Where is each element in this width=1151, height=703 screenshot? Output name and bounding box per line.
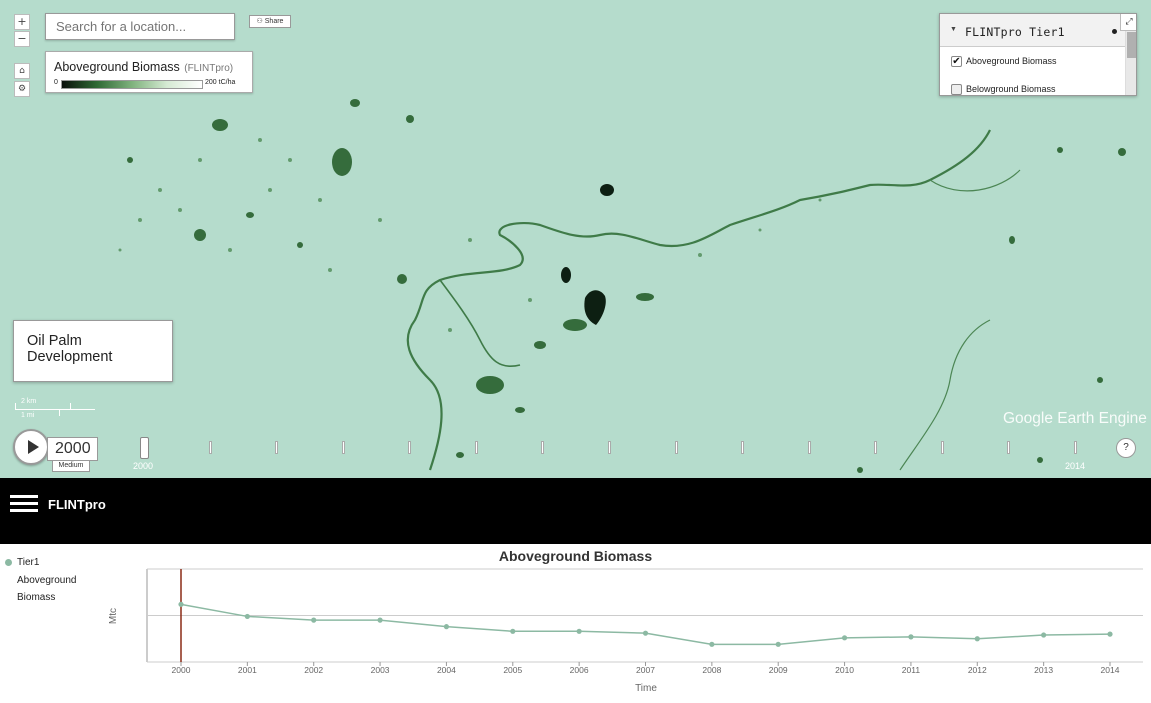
layer-label: Belowground Biomass (966, 84, 1056, 94)
help-button[interactable]: ? (1116, 438, 1136, 458)
data-point-2001 (244, 613, 250, 620)
timeline-tick-2014[interactable] (1074, 441, 1077, 454)
data-point-2009 (775, 641, 781, 647)
timeline-tick-2003[interactable] (341, 441, 345, 454)
scale-line (15, 409, 95, 410)
data-point-2007 (642, 630, 649, 636)
scale-tick (15, 403, 16, 410)
data-point-2004 (443, 624, 450, 630)
timeline-start-label: 2000 (133, 461, 154, 471)
x-tick-label-2003: 2003 (371, 665, 390, 675)
data-point-2003 (377, 617, 383, 623)
x-tick-label-2006: 2006 (570, 665, 589, 675)
legend-min: 0 (54, 79, 58, 86)
series-line (180, 603, 1111, 646)
timeline-tick-2005[interactable] (474, 441, 478, 454)
aboveground-checkbox[interactable]: ✔ (951, 56, 962, 68)
scale-tick (59, 409, 60, 416)
scale-tick (70, 403, 71, 410)
data-point-2014 (1107, 631, 1113, 637)
data-point-2011 (908, 634, 914, 640)
collapse-triangle-icon[interactable]: ▼ (950, 26, 957, 33)
data-point-2000 (178, 601, 184, 607)
timeline-tick-2004[interactable] (408, 441, 412, 454)
x-tick-label-2011: 2011 (902, 665, 921, 675)
brand-name: FLINTpro (48, 497, 106, 512)
legend-gradient (61, 80, 203, 89)
layers-header[interactable]: ▼ FLINTpro Tier1 (940, 14, 1136, 47)
zoom-in-button[interactable]: + (14, 14, 30, 30)
timeline-tick-2006[interactable] (541, 441, 545, 454)
layers-scrollbar[interactable] (1125, 31, 1136, 95)
y-axis-label: Mtc (108, 608, 119, 624)
x-tick-label-2009: 2009 (769, 665, 788, 675)
current-year: 2000 (47, 437, 98, 461)
play-button[interactable] (13, 429, 49, 465)
x-tick-label-2001: 2001 (238, 665, 257, 675)
data-point-2006 (576, 628, 582, 634)
timeline-tick-2012[interactable] (940, 441, 944, 454)
legend-source: (FLINTpro) (184, 63, 234, 74)
timeline-tick-2010[interactable] (807, 441, 811, 454)
biomass-chart: Mtc Time 2000 2001 2002 2003 2004 2005 2006 2007 2… (108, 568, 1143, 694)
data-point-2012 (974, 636, 980, 642)
scale-mi: 1 mi (21, 412, 35, 419)
watermark: Google Earth Engine (1003, 410, 1147, 427)
timeline-tick-2002[interactable] (275, 441, 279, 454)
x-tick-label-2007: 2007 (636, 665, 655, 675)
x-tick-label-2008: 2008 (702, 665, 721, 675)
x-axis-label: Time (635, 683, 657, 694)
legend-title: Aboveground Biomass (54, 60, 180, 74)
belowground-checkbox[interactable] (951, 84, 962, 95)
map-legend: Aboveground Biomass (FLINTpro) 0 200 tC/… (45, 51, 253, 93)
x-tick-label-2004: 2004 (437, 665, 456, 675)
person-icon: ⚇ (256, 18, 265, 25)
data-point-2013 (1041, 632, 1047, 638)
timeline-tick-2013[interactable] (1007, 441, 1011, 454)
legend-max: 200 tC/ha (205, 79, 236, 86)
scale-km: 2 km (21, 398, 37, 405)
chart-panel: Tier1 Aboveground Biomass Aboveground Bi… (0, 544, 1151, 703)
timeline-end-label: 2014 (1065, 461, 1086, 471)
zoom-out-button[interactable]: − (14, 31, 30, 47)
timeline-tick-2008[interactable] (674, 441, 678, 454)
menu-icon[interactable] (10, 495, 38, 513)
x-tick-label-2005: 2005 (503, 665, 522, 675)
scroll-thumb[interactable] (1127, 32, 1136, 58)
x-tick-label-2010: 2010 (835, 665, 854, 675)
scale-bar: 2 km 1 mi (13, 398, 98, 422)
data-point-2005 (510, 628, 516, 634)
timeline-tick-2001[interactable] (208, 441, 212, 454)
share-button[interactable]: ⚇ Share (249, 15, 291, 28)
x-tick-label-2002: 2002 (304, 665, 323, 675)
timeline-handle[interactable] (140, 437, 149, 459)
layers-panel: ▼ FLINTpro Tier1 ⤢ ✔ Aboveground Biomass … (939, 13, 1137, 96)
x-tick-label-2014: 2014 (1101, 665, 1120, 675)
layers-title: FLINTpro Tier1 (965, 25, 1065, 39)
data-point-2010 (841, 635, 848, 641)
share-label: Share (264, 18, 284, 25)
expand-icon[interactable]: ⤢ (1120, 14, 1136, 31)
speed-selector[interactable]: Medium (52, 460, 90, 472)
gear-icon[interactable]: ⚙ (14, 81, 30, 97)
layer-label: Aboveground Biomass (966, 56, 1057, 66)
map-view[interactable]: + − ⌂ ⚙ ⚇ Share Aboveground Biomass (FLI… (0, 0, 1151, 478)
status-dot-icon (1112, 29, 1117, 34)
timeline-tick-2007[interactable] (608, 441, 611, 454)
annotation-box: Oil Palm Development (13, 320, 173, 382)
data-point-2002 (311, 617, 317, 623)
layer-item-belowground[interactable]: Belowground Biomass (951, 83, 1056, 95)
annotation-text: Oil Palm Development (27, 333, 113, 365)
home-icon[interactable]: ⌂ (14, 63, 30, 79)
timeline-tick-2011[interactable] (874, 441, 878, 454)
layer-item-aboveground[interactable]: ✔ Aboveground Biomass (951, 55, 1057, 69)
x-tick-label-2000: 2000 (172, 665, 191, 675)
x-tick-label-2013: 2013 (1034, 665, 1053, 675)
app-header: FLINTpro (0, 478, 1151, 544)
timeline-tick-2009[interactable] (741, 441, 745, 454)
data-point-2008 (709, 641, 715, 647)
x-tick-label-2012: 2012 (968, 665, 987, 675)
search-input[interactable] (45, 13, 235, 40)
